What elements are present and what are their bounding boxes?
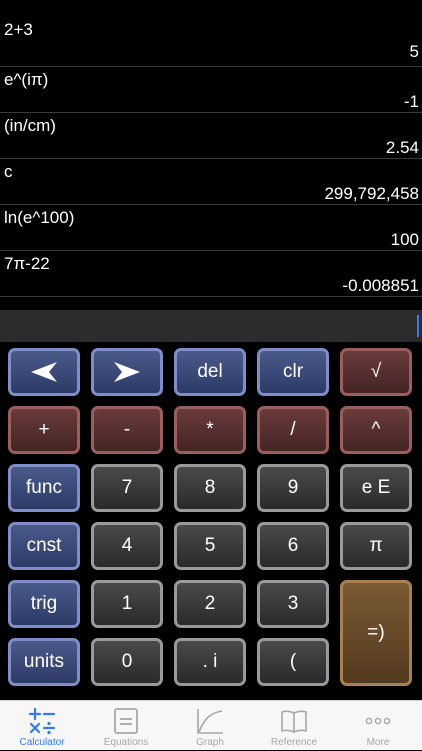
history-result: 100	[390, 230, 419, 249]
digit-1-button[interactable]: 1	[91, 580, 163, 628]
history-expression: c	[4, 162, 13, 181]
func-button[interactable]: func	[8, 464, 80, 512]
power-button[interactable]: ^	[340, 406, 412, 454]
digit-4-button[interactable]: 4	[91, 522, 163, 570]
history-result: -1	[403, 92, 419, 111]
digit-3-button[interactable]: 3	[257, 580, 329, 628]
tab-calculator[interactable]: Calculator	[0, 701, 84, 751]
divide-button[interactable]: /	[257, 406, 329, 454]
cursor-right-button[interactable]	[91, 348, 163, 396]
history-expression: e^(iπ)	[4, 70, 49, 89]
digit-0-button[interactable]: 0	[91, 638, 163, 686]
minus-button[interactable]: -	[91, 406, 163, 454]
digit-8-button[interactable]: 8	[174, 464, 246, 512]
history-expression: 2+3	[4, 20, 33, 39]
digit-2-button[interactable]: 2	[174, 580, 246, 628]
trig-button[interactable]: trig	[8, 580, 80, 628]
tab-equations[interactable]: Equations	[84, 701, 168, 751]
more-icon	[365, 717, 391, 725]
tab-label: Graph	[196, 737, 224, 748]
history-expression: 7π-22	[4, 254, 50, 273]
history-result: 299,792,458	[324, 184, 419, 203]
history-result: -0.008851	[342, 276, 419, 295]
history-row[interactable]: ln(e^100) 100	[0, 205, 422, 251]
history-row[interactable]: 2+3 5	[0, 0, 422, 67]
arrow-right-icon	[114, 362, 140, 382]
graph-icon	[197, 709, 223, 734]
digit-5-button[interactable]: 5	[174, 522, 246, 570]
digit-6-button[interactable]: 6	[257, 522, 329, 570]
plus-button[interactable]: +	[8, 406, 80, 454]
tab-label: Calculator	[19, 737, 65, 748]
decimal-imaginary-button[interactable]: . i	[174, 638, 246, 686]
calculator-icon	[28, 707, 56, 735]
history-result: 5	[409, 42, 419, 61]
calculation-history: 2+3 5 e^(iπ) -1 (in/cm) 2.54 c 299,792,4…	[0, 0, 422, 297]
parenthesis-button[interactable]: (	[257, 638, 329, 686]
tab-graph[interactable]: Graph	[168, 701, 252, 751]
equations-icon	[114, 708, 138, 734]
history-row[interactable]: (in/cm) 2.54	[0, 113, 422, 159]
history-row[interactable]: 7π-22 -0.008851	[0, 251, 422, 297]
pi-button[interactable]: π	[340, 522, 412, 570]
exponent-button[interactable]: e E	[340, 464, 412, 512]
text-cursor	[417, 315, 419, 337]
keypad: del clr √ + - * / ^ func 7 8 9 e E cnst …	[0, 342, 422, 700]
multiply-button[interactable]: *	[174, 406, 246, 454]
history-expression: ln(e^100)	[4, 208, 75, 227]
digit-9-button[interactable]: 9	[257, 464, 329, 512]
tab-label: Equations	[103, 737, 149, 748]
history-result: 2.54	[385, 138, 419, 157]
tab-bar: Calculator Equations Graph Reference Mor…	[0, 700, 422, 750]
tab-label: More	[366, 737, 390, 748]
arrow-left-icon	[31, 362, 57, 382]
history-row[interactable]: e^(iπ) -1	[0, 67, 422, 113]
history-row[interactable]: c 299,792,458	[0, 159, 422, 205]
expression-input[interactable]	[0, 310, 422, 342]
digit-7-button[interactable]: 7	[91, 464, 163, 512]
sqrt-button[interactable]: √	[340, 348, 412, 396]
equals-button[interactable]: =)	[340, 580, 412, 686]
delete-button[interactable]: del	[174, 348, 246, 396]
tab-label: Reference	[270, 737, 318, 748]
units-button[interactable]: units	[8, 638, 80, 686]
clear-button[interactable]: clr	[257, 348, 329, 396]
tab-more[interactable]: More	[336, 701, 420, 751]
tab-reference[interactable]: Reference	[252, 701, 336, 751]
cursor-left-button[interactable]	[8, 348, 80, 396]
book-icon	[281, 710, 307, 733]
constants-button[interactable]: cnst	[8, 522, 80, 570]
history-expression: (in/cm)	[4, 116, 56, 135]
